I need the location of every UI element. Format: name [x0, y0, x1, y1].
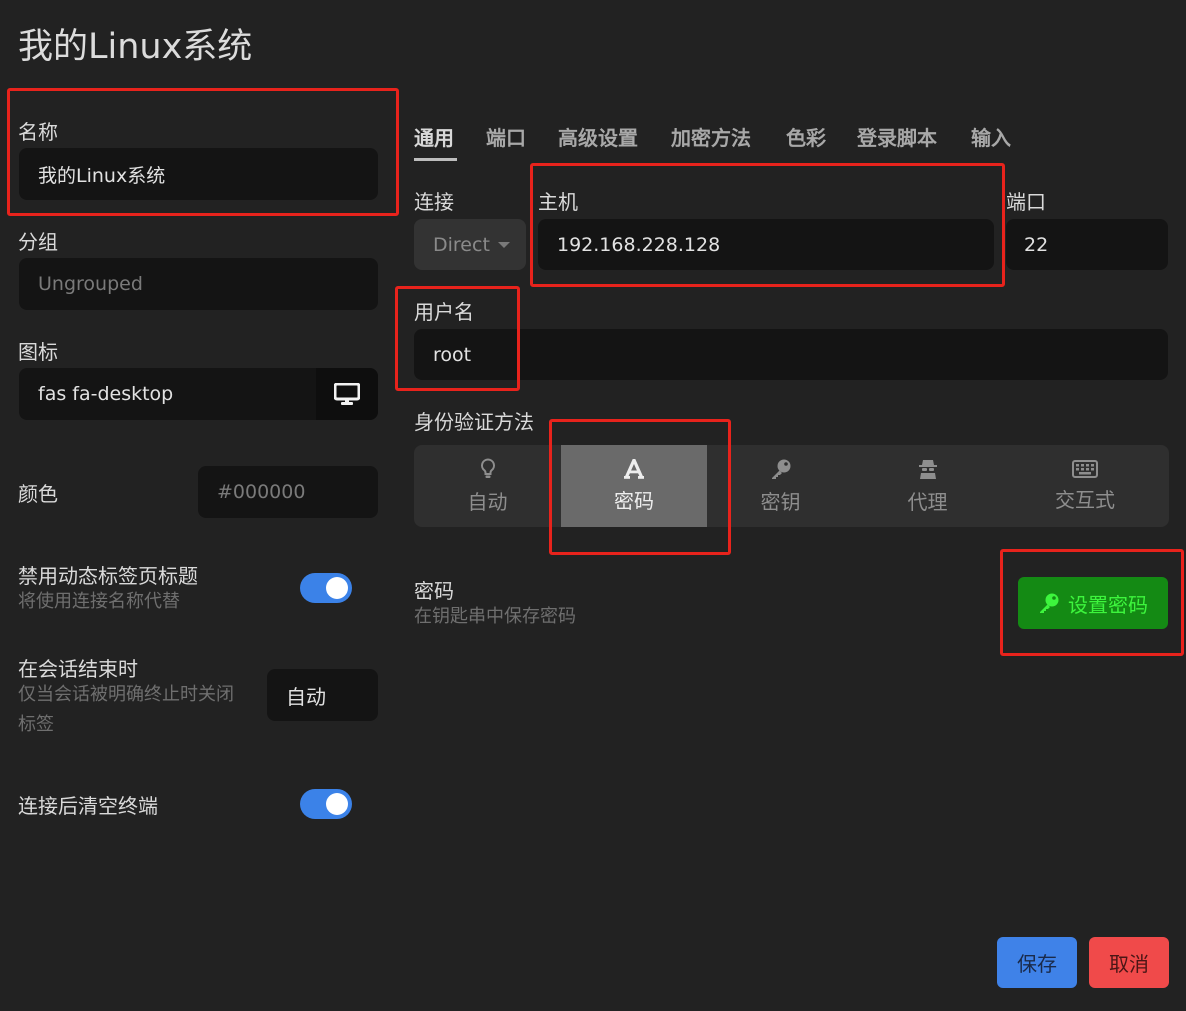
tab-general[interactable]: 通用 — [414, 122, 454, 151]
auth-option-label: 密码 — [614, 488, 654, 513]
tab-advanced[interactable]: 高级设置 — [558, 122, 638, 151]
host-input[interactable]: 192.168.228.128 — [538, 219, 994, 270]
icon-preview-button[interactable] — [316, 368, 378, 420]
key-icon — [1040, 593, 1059, 613]
host-label: 主机 — [538, 190, 578, 214]
clear-terminal-label: 连接后清空终端 — [18, 794, 158, 818]
lightbulb-icon — [480, 457, 495, 478]
tab-colors[interactable]: 色彩 — [786, 122, 826, 151]
auth-option-label: 代理 — [907, 489, 948, 514]
username-label: 用户名 — [414, 300, 474, 324]
set-password-label: 设置密码 — [1068, 592, 1148, 617]
auth-method-selector: 自动 密码 密钥 代理 交互式 — [414, 445, 1169, 527]
tab-ciphers[interactable]: 加密方法 — [671, 122, 751, 151]
disable-dynamic-title-sublabel: 将使用连接名称代替 — [18, 591, 180, 612]
port-input[interactable]: 22 — [1006, 219, 1168, 270]
port-label: 端口 — [1006, 190, 1046, 214]
keyboard-icon — [1072, 459, 1098, 478]
session-end-sublabel: 仅当会话被明确终止时关闭 — [18, 684, 234, 705]
user-secret-icon — [918, 459, 937, 479]
auth-option-label: 交互式 — [1055, 487, 1115, 512]
toggle-knob — [326, 577, 348, 599]
set-password-button[interactable]: 设置密码 — [1018, 577, 1168, 629]
color-input[interactable]: #000000 — [198, 466, 378, 518]
name-label: 名称 — [18, 120, 58, 144]
auth-option-key[interactable]: 密钥 — [707, 445, 854, 527]
icon-input[interactable]: fas fa-desktop — [19, 368, 316, 420]
clear-terminal-toggle[interactable] — [300, 789, 352, 819]
session-end-select[interactable]: 自动 — [267, 669, 378, 721]
font-a-icon — [624, 458, 644, 479]
tab-login-scripts[interactable]: 登录脚本 — [857, 122, 937, 151]
group-input[interactable]: Ungrouped — [19, 258, 378, 310]
auth-option-label: 自动 — [467, 489, 508, 514]
auth-option-agent[interactable]: 代理 — [854, 445, 1001, 527]
session-end-label: 在会话结束时 — [18, 657, 138, 681]
page-title: 我的Linux系统 — [18, 27, 253, 67]
connection-type-value: Direct — [433, 233, 490, 256]
chevron-down-icon — [497, 241, 510, 248]
password-sublabel: 在钥匙串中保存密码 — [414, 606, 576, 627]
desktop-icon — [334, 383, 360, 405]
username-input[interactable]: root — [414, 329, 1168, 380]
session-end-sublabel-2: 标签 — [18, 714, 54, 735]
key-icon — [771, 459, 790, 479]
connection-label: 连接 — [414, 190, 454, 214]
auth-method-label: 身份验证方法 — [414, 410, 534, 434]
tab-input[interactable]: 输入 — [971, 122, 1011, 151]
save-button[interactable]: 保存 — [997, 937, 1077, 988]
name-input[interactable]: 我的Linux系统 — [19, 148, 378, 200]
auth-option-label: 密钥 — [760, 489, 801, 514]
auth-option-auto[interactable]: 自动 — [414, 445, 561, 527]
disable-dynamic-title-label: 禁用动态标签页标题 — [18, 564, 198, 588]
group-label: 分组 — [18, 230, 58, 254]
toggle-knob — [326, 793, 348, 815]
connection-type-select[interactable]: Direct — [414, 219, 526, 270]
password-label: 密码 — [414, 579, 454, 603]
color-label: 颜色 — [18, 482, 58, 506]
disable-dynamic-title-toggle[interactable] — [300, 573, 352, 603]
auth-option-interactive[interactable]: 交互式 — [1001, 445, 1169, 527]
auth-option-password[interactable]: 密码 — [561, 445, 707, 527]
icon-label: 图标 — [18, 340, 58, 364]
tab-ports[interactable]: 端口 — [486, 122, 526, 151]
active-tab-indicator — [414, 158, 457, 161]
cancel-button[interactable]: 取消 — [1089, 937, 1169, 988]
